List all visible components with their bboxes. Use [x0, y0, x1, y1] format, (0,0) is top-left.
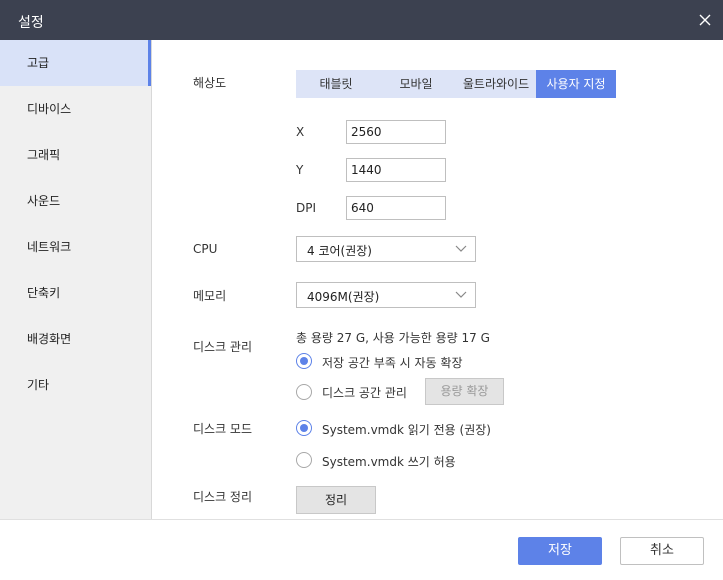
readonly-mode-radio[interactable] [296, 420, 312, 436]
settings-dialog: 설정 고급 디바이스 그래픽 사운드 네트워크 단축키 배경화면 기타 해상도 … [0, 0, 723, 580]
sidebar-item-label: 기타 [27, 378, 50, 392]
disk-capacity-summary: 총 용량 27 G, 사용 가능한 용량 17 G [296, 331, 490, 345]
close-icon[interactable] [697, 12, 713, 28]
disk-management-label: 디스크 관리 [193, 340, 253, 354]
title-bar: 설정 [0, 0, 723, 40]
save-button[interactable]: 저장 [518, 537, 602, 565]
scroll-edge [719, 40, 723, 519]
tab-mobile[interactable]: 모바일 [376, 70, 456, 98]
sidebar-item-network[interactable]: 네트워크 [0, 224, 151, 270]
cancel-button[interactable]: 취소 [620, 537, 704, 565]
memory-label: 메모리 [193, 289, 227, 303]
sidebar-item-label: 고급 [27, 56, 50, 70]
y-input[interactable]: 1440 [346, 158, 446, 182]
resolution-label: 해상도 [193, 76, 227, 90]
dpi-input[interactable]: 640 [346, 196, 446, 220]
x-label: X [296, 125, 305, 139]
tab-tablet[interactable]: 태블릿 [296, 70, 376, 98]
sidebar-item-device[interactable]: 디바이스 [0, 86, 151, 132]
disk-mode-label: 디스크 모드 [193, 422, 253, 436]
y-label: Y [296, 163, 304, 177]
chevron-down-icon [455, 245, 467, 252]
sidebar-item-graphics[interactable]: 그래픽 [0, 132, 151, 178]
write-mode-label: System.vmdk 쓰기 허용 [322, 455, 456, 469]
sidebar-item-label: 사운드 [27, 194, 61, 208]
sidebar-item-other[interactable]: 기타 [0, 362, 151, 408]
memory-select-value: 4096M(권장) [307, 290, 380, 304]
sidebar-item-label: 네트워크 [27, 240, 72, 254]
cpu-select-value: 4 코어(권장) [307, 244, 372, 258]
window-title: 설정 [18, 15, 44, 31]
sidebar-item-label: 디바이스 [27, 102, 72, 116]
readonly-mode-label: System.vmdk 읽기 전용 (권장) [322, 423, 491, 437]
manual-disk-radio[interactable] [296, 384, 312, 400]
sidebar-item-label: 배경화면 [27, 332, 72, 346]
write-mode-radio[interactable] [296, 452, 312, 468]
tab-ultrawide[interactable]: 울트라와이드 [456, 70, 536, 98]
chevron-down-icon [455, 291, 467, 298]
sidebar-item-advanced[interactable]: 고급 [0, 40, 151, 86]
sidebar: 고급 디바이스 그래픽 사운드 네트워크 단축키 배경화면 기타 [0, 40, 152, 519]
expand-capacity-button[interactable]: 용량 확장 [425, 378, 504, 405]
sidebar-item-shortcuts[interactable]: 단축키 [0, 270, 151, 316]
cleanup-button[interactable]: 정리 [296, 486, 376, 514]
dialog-footer: 저장 취소 [0, 519, 723, 580]
sidebar-item-label: 그래픽 [27, 148, 61, 162]
tab-custom[interactable]: 사용자 지정 [536, 70, 616, 98]
sidebar-item-label: 단축키 [27, 286, 61, 300]
memory-select[interactable]: 4096M(권장) [296, 282, 476, 308]
x-input[interactable]: 2560 [346, 120, 446, 144]
sidebar-item-sound[interactable]: 사운드 [0, 178, 151, 224]
auto-expand-label: 저장 공간 부족 시 자동 확장 [322, 356, 463, 370]
dpi-label: DPI [296, 201, 317, 215]
sidebar-item-wallpaper[interactable]: 배경화면 [0, 316, 151, 362]
cpu-label: CPU [193, 242, 218, 256]
auto-expand-radio[interactable] [296, 353, 312, 369]
cpu-select[interactable]: 4 코어(권장) [296, 236, 476, 262]
manual-disk-label: 디스크 공간 관리 [322, 386, 407, 400]
disk-cleanup-label: 디스크 정리 [193, 490, 253, 504]
resolution-tabs: 태블릿 모바일 울트라와이드 사용자 지정 [296, 70, 616, 98]
